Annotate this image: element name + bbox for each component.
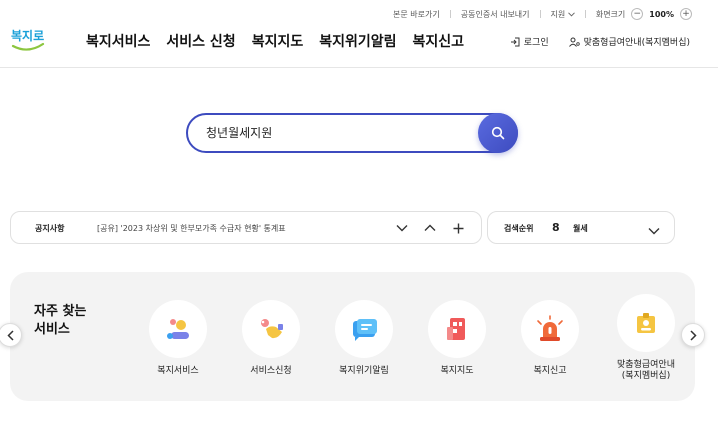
region-select-label: 지원 bbox=[550, 9, 566, 19]
divider bbox=[539, 10, 541, 18]
ranking-expand-button[interactable] bbox=[648, 220, 660, 239]
ranking-label: 검색순위 bbox=[504, 224, 534, 233]
login-icon bbox=[510, 37, 520, 46]
login-button[interactable]: 로그인 bbox=[510, 35, 549, 48]
notice-next-button[interactable] bbox=[393, 219, 411, 237]
custom-benefit-button[interactable]: 맞춤형급여안내(복지멤버십) bbox=[568, 35, 690, 48]
nav-item-welfare-map[interactable]: 복지지도 bbox=[252, 31, 304, 51]
service-custom-benefit[interactable]: 맞춤형급여안내 (복지멤버십) bbox=[607, 294, 685, 382]
zoom-value: 100% bbox=[649, 9, 674, 19]
service-icon-bubble bbox=[149, 300, 207, 358]
chevron-down-icon bbox=[567, 11, 575, 17]
chevron-up-icon bbox=[424, 224, 436, 231]
service-label: 복지신고 bbox=[533, 366, 567, 376]
user-settings-icon bbox=[568, 37, 580, 47]
divider bbox=[449, 10, 451, 18]
map-building-icon bbox=[447, 318, 465, 340]
title-line: 자주 찾는 bbox=[34, 304, 87, 319]
service-label: 맞춤형급여안내 (복지멤버십) bbox=[607, 360, 685, 382]
carousel-next-button[interactable] bbox=[681, 323, 705, 347]
plus-icon bbox=[453, 223, 463, 233]
utility-bar: 본문 바로가기 공동인증서 내보내기 지원 화면크기 − 100% + bbox=[393, 8, 692, 20]
notice-prev-button[interactable] bbox=[421, 219, 439, 237]
service-apply[interactable]: 서비스신청 bbox=[232, 300, 310, 377]
cert-export-link[interactable]: 공동인증서 내보내기 bbox=[461, 9, 530, 20]
chevron-left-icon bbox=[6, 329, 14, 341]
bokjiro-logo-icon: 복지로 bbox=[11, 28, 44, 51]
zoom-label: 화면크기 bbox=[595, 9, 626, 19]
login-label: 로그인 bbox=[523, 38, 549, 48]
search-icon bbox=[491, 126, 505, 140]
skip-to-content-link[interactable]: 본문 바로가기 bbox=[393, 9, 440, 20]
service-label-line: 맞춤형급여안내 bbox=[617, 360, 675, 370]
service-crisis-alert[interactable]: 복지위기알림 bbox=[325, 300, 403, 377]
service-label: 복지위기알림 bbox=[339, 366, 389, 376]
zoom-out-button[interactable]: − bbox=[631, 8, 644, 20]
notice-bar: 공지사항 [공유] '2023 차상위 및 한부모가족 수급자 현황' 통계표 bbox=[10, 211, 482, 244]
zoom-in-button[interactable]: + bbox=[680, 8, 692, 20]
people-icon bbox=[167, 319, 189, 339]
service-label: 서비스신청 bbox=[250, 366, 292, 376]
ranking-number: 8 bbox=[552, 221, 560, 234]
header-divider bbox=[0, 67, 718, 68]
notice-more-button[interactable] bbox=[449, 219, 467, 237]
chevron-right-icon bbox=[689, 329, 697, 341]
search-input[interactable] bbox=[206, 125, 456, 139]
id-card-icon bbox=[637, 313, 655, 333]
search-ranking[interactable]: 검색순위 8 월세 bbox=[487, 211, 675, 244]
header-actions: 로그인 맞춤형급여안내(복지멤버십) bbox=[510, 35, 690, 48]
nav-item-welfare-report[interactable]: 복지신고 bbox=[413, 31, 465, 51]
svg-text:복지로: 복지로 bbox=[11, 28, 44, 43]
service-label: 복지서비스 bbox=[157, 366, 199, 376]
hand-apply-icon bbox=[261, 319, 283, 339]
main-nav: 복지서비스 서비스 신청 복지지도 복지위기알림 복지신고 bbox=[86, 31, 464, 51]
notice-controls bbox=[393, 219, 467, 237]
service-icon-bubble bbox=[521, 300, 579, 358]
nav-item-welfare-services[interactable]: 복지서비스 bbox=[86, 31, 150, 51]
site-logo[interactable]: 복지로 bbox=[10, 24, 46, 54]
notice-link[interactable]: [공유] '2023 차상위 및 한부모가족 수급자 현황' 통계표 bbox=[97, 223, 286, 234]
service-welfare[interactable]: 복지서비스 bbox=[139, 300, 217, 377]
service-icon-bubble bbox=[242, 300, 300, 358]
nav-item-service-apply[interactable]: 서비스 신청 bbox=[166, 31, 235, 51]
service-label-line: (복지멤버십) bbox=[621, 371, 671, 381]
service-label: 복지지도 bbox=[440, 366, 474, 376]
siren-icon bbox=[537, 315, 563, 341]
nav-item-crisis-alert[interactable]: 복지위기알림 bbox=[319, 31, 396, 51]
notice-label: 공지사항 bbox=[35, 224, 65, 233]
frequent-services-title: 자주 찾는 서비스 bbox=[34, 303, 114, 339]
service-welfare-map[interactable]: 복지지도 bbox=[418, 300, 496, 377]
divider bbox=[584, 10, 586, 18]
frequent-services-panel: 자주 찾는 서비스 복지서비스 서비스신청 복지위기알림 복지지도 복지신고 맞… bbox=[10, 272, 695, 401]
custom-benefit-label: 맞춤형급여안내(복지멤버십) bbox=[583, 38, 690, 48]
title-line: 서비스 bbox=[34, 322, 70, 337]
ranking-keyword[interactable]: 월세 bbox=[573, 223, 588, 234]
region-select[interactable]: 지원 bbox=[551, 9, 575, 20]
chevron-down-icon bbox=[396, 225, 408, 232]
search-button[interactable] bbox=[478, 113, 518, 153]
service-icon-bubble bbox=[335, 300, 393, 358]
chat-alert-icon bbox=[353, 319, 377, 341]
search-box bbox=[186, 113, 518, 153]
service-icon-bubble bbox=[617, 294, 675, 352]
service-report[interactable]: 복지신고 bbox=[511, 300, 589, 377]
service-icon-bubble bbox=[428, 300, 486, 358]
chevron-down-icon bbox=[648, 228, 660, 235]
